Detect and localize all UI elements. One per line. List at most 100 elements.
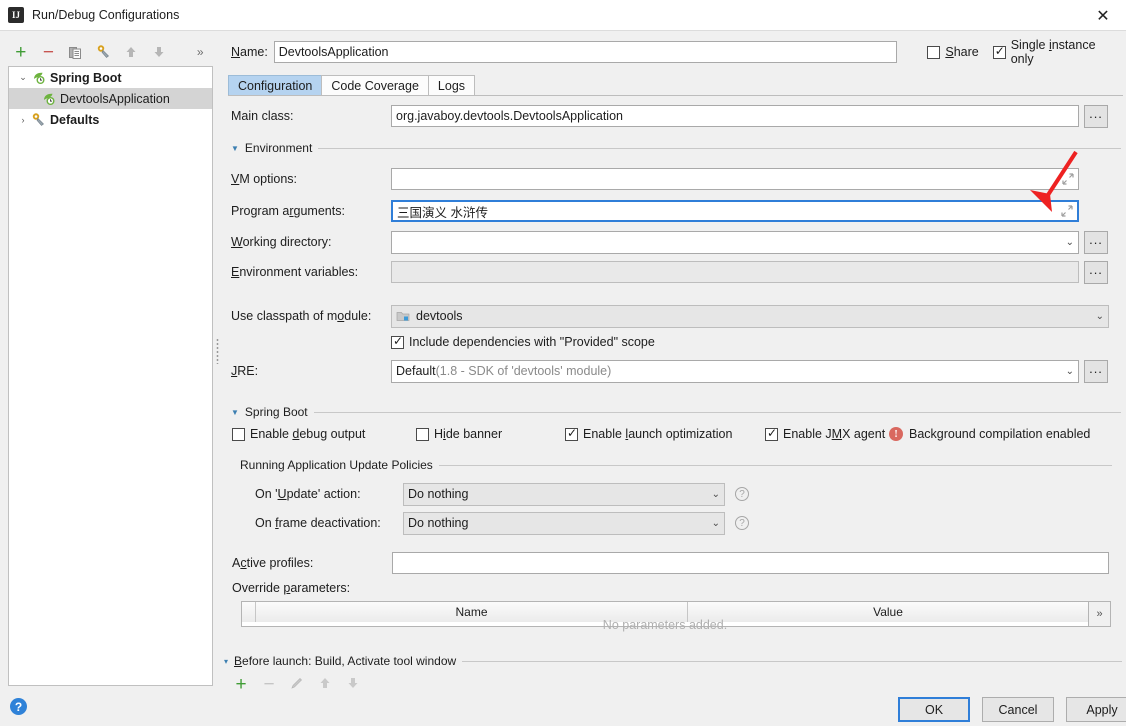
- on-update-action-help-icon[interactable]: ?: [735, 487, 749, 501]
- chevron-down-icon[interactable]: ⌄: [1066, 237, 1074, 248]
- environment-variables-input[interactable]: [391, 261, 1079, 283]
- classpath-module-combo[interactable]: devtools ⌄: [391, 305, 1109, 328]
- environment-variables-browse-button[interactable]: ...: [1084, 261, 1108, 284]
- title-bar: IJ Run/Debug Configurations ✕: [0, 0, 1126, 31]
- active-profiles-input[interactable]: [392, 552, 1109, 574]
- main-class-label: Main class:: [231, 109, 391, 123]
- before-launch-section-header[interactable]: ▾ Before launch: Build, Activate tool wi…: [224, 654, 1122, 668]
- on-frame-deactivation-help-icon[interactable]: ?: [735, 516, 749, 530]
- section-divider: [318, 148, 1121, 149]
- vm-options-expand-icon[interactable]: [1061, 173, 1074, 186]
- tree-node-spring-boot[interactable]: ⌄ Spring Boot: [9, 67, 212, 88]
- add-configuration-button[interactable]: +: [8, 40, 34, 64]
- arrow-down-icon: [346, 676, 360, 693]
- jre-browse-button[interactable]: ...: [1084, 360, 1108, 383]
- configurations-tree[interactable]: ⌄ Spring Boot: [8, 66, 213, 686]
- environment-section-title: Environment: [245, 141, 312, 155]
- move-up-button[interactable]: [118, 40, 144, 64]
- jre-value-detail: (1.8 - SDK of 'devtools' module): [436, 364, 612, 378]
- background-compilation-status: ! Background compilation enabled: [889, 427, 1090, 441]
- enable-debug-output-checkbox[interactable]: Enable debug output: [232, 427, 365, 441]
- minus-icon: −: [43, 43, 54, 62]
- share-checkbox[interactable]: Share: [927, 45, 978, 59]
- environment-section-header[interactable]: ▼ Environment: [231, 141, 1121, 155]
- edit-templates-button[interactable]: [91, 40, 117, 64]
- plus-icon: +: [235, 675, 246, 694]
- panel-splitter[interactable]: [213, 38, 222, 686]
- copy-configuration-button[interactable]: [63, 40, 89, 64]
- override-parameters-more-button[interactable]: »: [1089, 601, 1111, 627]
- module-icon: [396, 309, 410, 323]
- tree-node-devtools-application[interactable]: DevtoolsApplication: [9, 88, 212, 109]
- program-arguments-label: Program arguments:: [231, 204, 391, 218]
- more-options-button[interactable]: »: [187, 40, 213, 64]
- update-policies-section-title: Running Application Update Policies: [240, 458, 433, 472]
- main-class-browse-button[interactable]: ...: [1084, 105, 1108, 128]
- before-launch-toolbar: + −: [228, 672, 366, 696]
- wrench-icon: [31, 112, 47, 128]
- program-arguments-input[interactable]: 三国演义 水浒传: [391, 200, 1079, 222]
- name-input[interactable]: [274, 41, 898, 63]
- tab-configuration[interactable]: Configuration: [228, 75, 322, 96]
- on-update-action-label: On 'Update' action:: [255, 487, 403, 501]
- vm-options-input[interactable]: [391, 168, 1079, 190]
- table-empty-text: No parameters added.: [242, 618, 1088, 632]
- update-policies-section-header: Running Application Update Policies: [240, 458, 1112, 472]
- on-frame-deactivation-combo[interactable]: Do nothing ⌄: [403, 512, 725, 535]
- single-instance-only-checkbox[interactable]: Single instance only: [993, 38, 1121, 66]
- tree-node-label: Spring Boot: [50, 71, 122, 85]
- on-frame-deactivation-value: Do nothing: [408, 516, 468, 530]
- tab-code-coverage[interactable]: Code Coverage: [321, 75, 429, 96]
- triangle-down-icon[interactable]: ▼: [231, 144, 239, 153]
- hide-banner-checkbox[interactable]: Hide banner: [416, 427, 502, 441]
- tab-logs[interactable]: Logs: [428, 75, 475, 96]
- chevron-down-icon[interactable]: ⌄: [712, 518, 720, 529]
- checkbox-box: [565, 428, 578, 441]
- enable-launch-optimization-checkbox[interactable]: Enable launch optimization: [565, 427, 732, 441]
- enable-launch-optimization-label: Enable launch optimization: [583, 427, 732, 441]
- tab-bar: Configuration Code Coverage Logs: [228, 74, 1123, 96]
- cancel-button[interactable]: Cancel: [982, 697, 1054, 722]
- plus-icon: +: [15, 43, 26, 62]
- share-label: Share: [945, 45, 978, 59]
- include-provided-scope-checkbox[interactable]: Include dependencies with "Provided" sco…: [391, 335, 655, 349]
- checkbox-box: [232, 428, 245, 441]
- apply-button[interactable]: Apply: [1066, 697, 1126, 722]
- chevron-down-icon[interactable]: ⌄: [1096, 311, 1104, 322]
- tree-node-label: DevtoolsApplication: [60, 92, 170, 106]
- include-provided-scope-label: Include dependencies with "Provided" sco…: [409, 335, 655, 349]
- background-compilation-label: Background compilation enabled: [909, 427, 1090, 441]
- working-directory-combo[interactable]: ⌄: [391, 231, 1079, 254]
- triangle-down-icon[interactable]: ▾: [224, 657, 228, 666]
- enable-jmx-agent-checkbox[interactable]: Enable JMX agent: [765, 427, 885, 441]
- chevron-down-icon[interactable]: ⌄: [1066, 366, 1074, 377]
- program-arguments-value: 三国演义 水浒传: [397, 202, 488, 221]
- vm-options-label: VM options:: [231, 172, 391, 186]
- minus-icon: −: [263, 675, 274, 694]
- triangle-down-icon[interactable]: ▼: [231, 408, 239, 417]
- help-button[interactable]: ?: [10, 698, 27, 715]
- chevron-down-icon[interactable]: ⌄: [15, 72, 31, 83]
- move-down-button[interactable]: [146, 40, 172, 64]
- ok-button[interactable]: OK: [898, 697, 970, 722]
- spring-boot-section-header[interactable]: ▼ Spring Boot: [231, 405, 1121, 419]
- remove-configuration-button[interactable]: −: [36, 40, 62, 64]
- main-class-input[interactable]: org.javaboy.devtools.DevtoolsApplication: [391, 105, 1079, 127]
- wrench-icon: [96, 44, 112, 60]
- jre-combo[interactable]: Default (1.8 - SDK of 'devtools' module)…: [391, 360, 1079, 383]
- spring-boot-icon: [31, 70, 47, 86]
- chevron-down-icon[interactable]: ⌄: [712, 489, 720, 500]
- close-icon[interactable]: ✕: [1080, 0, 1126, 31]
- program-arguments-expand-icon[interactable]: [1060, 205, 1073, 218]
- arrow-down-icon: [152, 45, 166, 59]
- on-update-action-combo[interactable]: Do nothing ⌄: [403, 483, 725, 506]
- working-directory-browse-button[interactable]: ...: [1084, 231, 1108, 254]
- override-parameters-table[interactable]: Name Value No parameters added.: [241, 601, 1089, 627]
- chevron-right-icon[interactable]: ›: [15, 115, 31, 125]
- splitter-handle-icon: [216, 338, 219, 364]
- configurations-toolbar: + −: [8, 38, 213, 66]
- before-launch-add-button[interactable]: +: [228, 672, 254, 696]
- section-divider: [314, 412, 1121, 413]
- tree-node-defaults[interactable]: › Defaults: [9, 109, 212, 130]
- classpath-module-value: devtools: [416, 309, 463, 323]
